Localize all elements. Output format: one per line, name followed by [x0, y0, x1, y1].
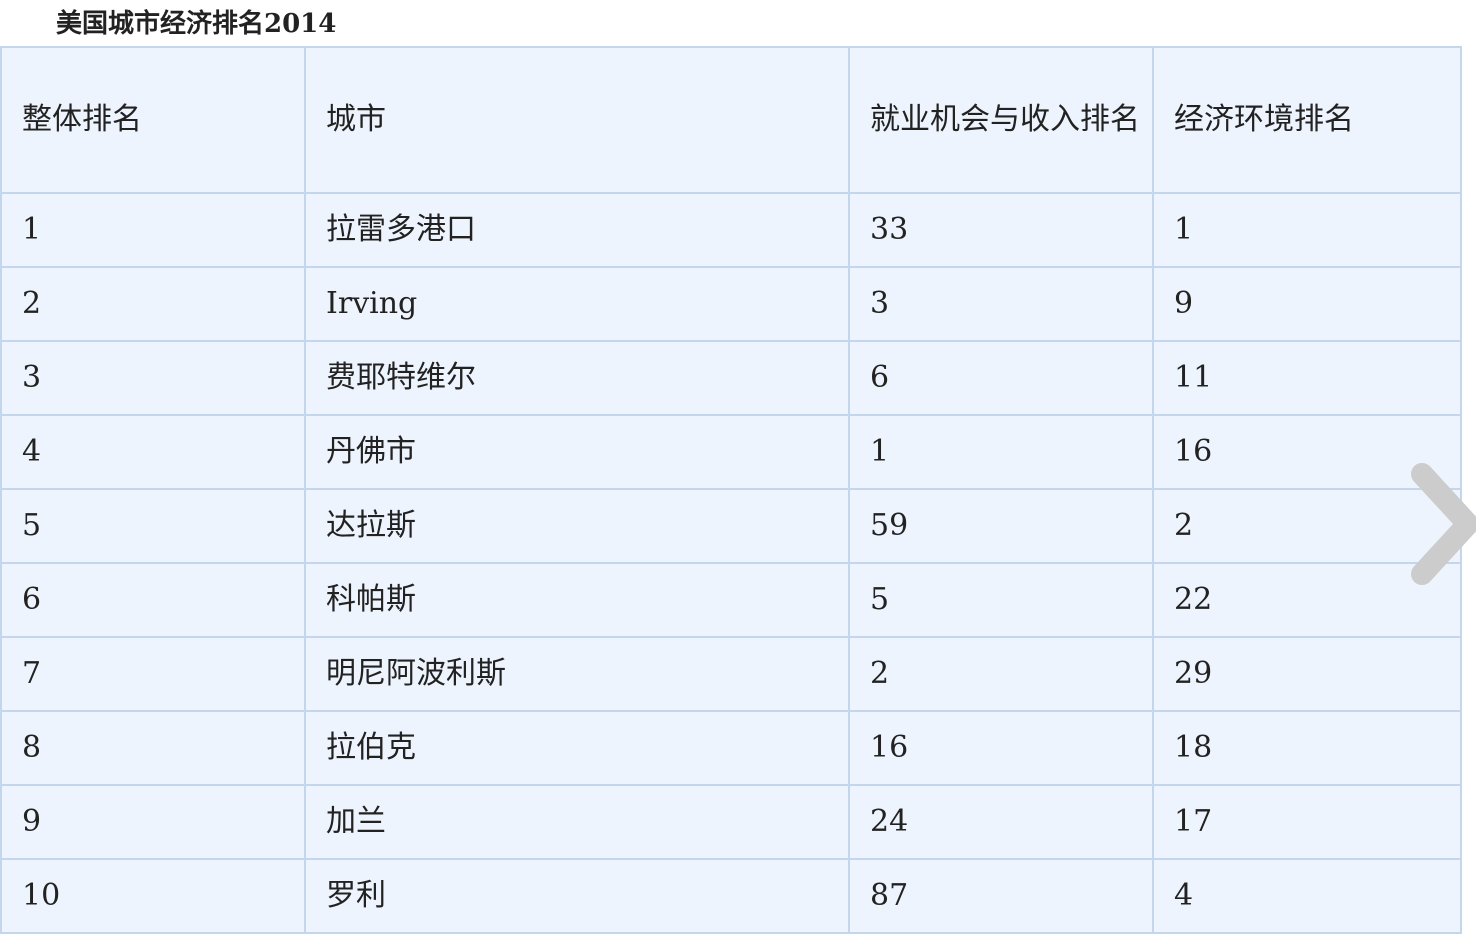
cell-jobs-income-rank: 87: [848, 858, 1154, 934]
table-row: 6 科帕斯 5 22: [0, 562, 1462, 638]
table-row: 3 费耶特维尔 6 11: [0, 340, 1462, 416]
ranking-table: 整体排名 城市 就业机会与收入排名 经济环境排名 1 拉雷多港口 33 1 2 …: [0, 46, 1462, 934]
cell-jobs-income-rank: 16: [848, 710, 1154, 786]
cell-city: 加兰: [304, 784, 850, 860]
cell-jobs-income-rank: 2: [848, 636, 1154, 712]
cell-economy-rank: 11: [1152, 340, 1462, 416]
cell-jobs-income-rank: 24: [848, 784, 1154, 860]
cell-overall-rank: 6: [0, 562, 306, 638]
cell-overall-rank: 3: [0, 340, 306, 416]
cell-overall-rank: 9: [0, 784, 306, 860]
table-row: 10 罗利 87 4: [0, 858, 1462, 934]
cell-jobs-income-rank: 59: [848, 488, 1154, 564]
cell-jobs-income-rank: 1: [848, 414, 1154, 490]
cell-economy-rank: 1: [1152, 192, 1462, 268]
table-row: 9 加兰 24 17: [0, 784, 1462, 860]
cell-overall-rank: 5: [0, 488, 306, 564]
chevron-right-icon: [1411, 463, 1476, 585]
cell-city: Irving: [304, 266, 850, 342]
table-row: 5 达拉斯 59 2: [0, 488, 1462, 564]
cell-city: 科帕斯: [304, 562, 850, 638]
cell-economy-rank: 18: [1152, 710, 1462, 786]
cell-city: 拉雷多港口: [304, 192, 850, 268]
cell-overall-rank: 2: [0, 266, 306, 342]
cell-jobs-income-rank: 5: [848, 562, 1154, 638]
cell-city: 拉伯克: [304, 710, 850, 786]
header-economy-rank: 经济环境排名: [1152, 46, 1462, 194]
table-row: 7 明尼阿波利斯 2 29: [0, 636, 1462, 712]
header-jobs-income-rank: 就业机会与收入排名: [848, 46, 1154, 194]
header-overall-rank: 整体排名: [0, 46, 306, 194]
table-row: 4 丹佛市 1 16: [0, 414, 1462, 490]
table-caption: 美国城市经济排名2014: [56, 9, 337, 39]
cell-jobs-income-rank: 33: [848, 192, 1154, 268]
table-header-row: 整体排名 城市 就业机会与收入排名 经济环境排名: [0, 46, 1462, 194]
cell-city: 费耶特维尔: [304, 340, 850, 416]
cell-economy-rank: 17: [1152, 784, 1462, 860]
cell-overall-rank: 10: [0, 858, 306, 934]
cell-city: 达拉斯: [304, 488, 850, 564]
cell-overall-rank: 7: [0, 636, 306, 712]
cell-city: 丹佛市: [304, 414, 850, 490]
next-page-button[interactable]: [1404, 456, 1476, 592]
cell-city: 明尼阿波利斯: [304, 636, 850, 712]
table-row: 1 拉雷多港口 33 1: [0, 192, 1462, 268]
cell-jobs-income-rank: 3: [848, 266, 1154, 342]
cell-economy-rank: 29: [1152, 636, 1462, 712]
table-row: 2 Irving 3 9: [0, 266, 1462, 342]
cell-economy-rank: 4: [1152, 858, 1462, 934]
cell-overall-rank: 8: [0, 710, 306, 786]
cell-overall-rank: 1: [0, 192, 306, 268]
table-row: 8 拉伯克 16 18: [0, 710, 1462, 786]
cell-city: 罗利: [304, 858, 850, 934]
cell-economy-rank: 9: [1152, 266, 1462, 342]
cell-overall-rank: 4: [0, 414, 306, 490]
header-city: 城市: [304, 46, 850, 194]
cell-jobs-income-rank: 6: [848, 340, 1154, 416]
page: 美国城市经济排名2014 整体排名 城市 就业机会与收入排名 经济环境排名 1 …: [0, 0, 1476, 936]
